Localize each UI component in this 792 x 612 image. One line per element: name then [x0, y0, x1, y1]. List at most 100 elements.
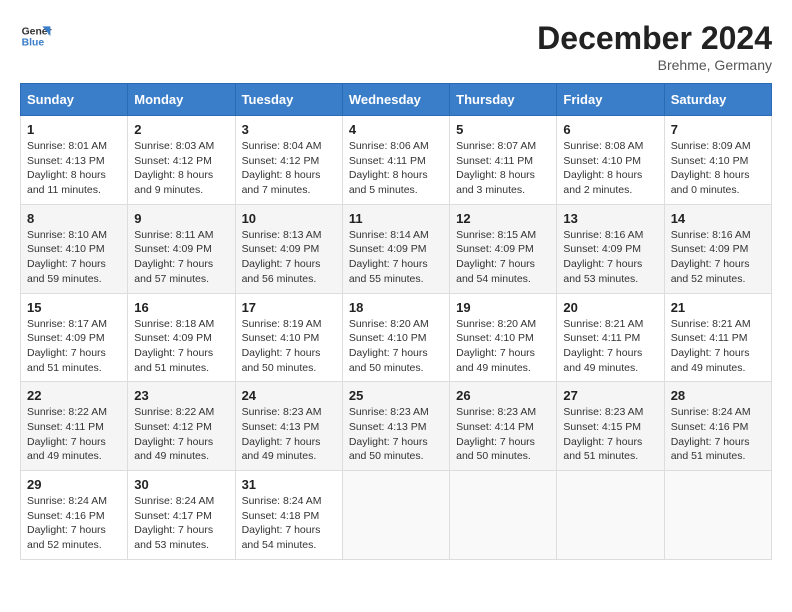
column-header-saturday: Saturday: [664, 84, 771, 116]
day-info: Sunrise: 8:14 AMSunset: 4:09 PMDaylight:…: [349, 228, 443, 287]
day-number: 15: [27, 300, 121, 315]
day-info: Sunrise: 8:24 AMSunset: 4:18 PMDaylight:…: [242, 494, 336, 553]
day-cell: 9Sunrise: 8:11 AMSunset: 4:09 PMDaylight…: [128, 204, 235, 293]
day-info: Sunrise: 8:16 AMSunset: 4:09 PMDaylight:…: [671, 228, 765, 287]
day-info: Sunrise: 8:16 AMSunset: 4:09 PMDaylight:…: [563, 228, 657, 287]
day-cell: [664, 471, 771, 560]
day-cell: [450, 471, 557, 560]
day-cell: 7 Sunrise: 8:09 AMSunset: 4:10 PMDaylight…: [664, 116, 771, 205]
day-info: Sunrise: 8:24 AMSunset: 4:17 PMDaylight:…: [134, 494, 228, 553]
column-header-friday: Friday: [557, 84, 664, 116]
day-cell: 8 Sunrise: 8:10 AMSunset: 4:10 PMDaylight…: [21, 204, 128, 293]
day-cell: [342, 471, 449, 560]
day-number: 30: [134, 477, 228, 492]
day-number: 13: [563, 211, 657, 226]
day-cell: 13 Sunrise: 8:16 AMSunset: 4:09 PMDayligh…: [557, 204, 664, 293]
day-number: 5: [456, 122, 550, 137]
column-header-sunday: Sunday: [21, 84, 128, 116]
day-info: Sunrise: 8:21 AMSunset: 4:11 PMDaylight:…: [563, 317, 657, 376]
day-cell: 26 Sunrise: 8:23 AMSunset: 4:14 PMDayligh…: [450, 382, 557, 471]
column-header-tuesday: Tuesday: [235, 84, 342, 116]
day-info: Sunrise: 8:09 AMSunset: 4:10 PMDaylight:…: [671, 139, 765, 198]
day-number: 21: [671, 300, 765, 315]
calendar-body: 1Sunrise: 8:01 AMSunset: 4:13 PMDaylight…: [21, 116, 772, 560]
day-cell: 14Sunrise: 8:16 AMSunset: 4:09 PMDayligh…: [664, 204, 771, 293]
day-cell: 23 Sunrise: 8:22 AMSunset: 4:12 PMDayligh…: [128, 382, 235, 471]
logo-icon: General Blue: [20, 20, 52, 52]
column-headers: SundayMondayTuesdayWednesdayThursdayFrid…: [21, 84, 772, 116]
day-number: 16: [134, 300, 228, 315]
day-number: 10: [242, 211, 336, 226]
day-number: 31: [242, 477, 336, 492]
day-info: Sunrise: 8:19 AMSunset: 4:10 PMDaylight:…: [242, 317, 336, 376]
day-number: 27: [563, 388, 657, 403]
day-number: 20: [563, 300, 657, 315]
week-row-5: 29 Sunrise: 8:24 AMSunset: 4:16 PMDayligh…: [21, 471, 772, 560]
day-cell: 25 Sunrise: 8:23 AMSunset: 4:13 PMDayligh…: [342, 382, 449, 471]
day-number: 26: [456, 388, 550, 403]
day-info: Sunrise: 8:03 AMSunset: 4:12 PMDaylight:…: [134, 139, 228, 198]
calendar-table: SundayMondayTuesdayWednesdayThursdayFrid…: [20, 83, 772, 560]
day-info: Sunrise: 8:20 AMSunset: 4:10 PMDaylight:…: [456, 317, 550, 376]
day-cell: 15 Sunrise: 8:17 AMSunset: 4:09 PMDayligh…: [21, 293, 128, 382]
day-cell: 12Sunrise: 8:15 AMSunset: 4:09 PMDayligh…: [450, 204, 557, 293]
week-row-2: 8 Sunrise: 8:10 AMSunset: 4:10 PMDaylight…: [21, 204, 772, 293]
day-number: 8: [27, 211, 121, 226]
day-info: Sunrise: 8:24 AMSunset: 4:16 PMDaylight:…: [671, 405, 765, 464]
day-info: Sunrise: 8:21 AMSunset: 4:11 PMDaylight:…: [671, 317, 765, 376]
day-cell: 2 Sunrise: 8:03 AMSunset: 4:12 PMDaylight…: [128, 116, 235, 205]
day-info: Sunrise: 8:10 AMSunset: 4:10 PMDaylight:…: [27, 228, 121, 287]
day-info: Sunrise: 8:06 AMSunset: 4:11 PMDaylight:…: [349, 139, 443, 198]
day-cell: 18Sunrise: 8:20 AMSunset: 4:10 PMDayligh…: [342, 293, 449, 382]
day-number: 4: [349, 122, 443, 137]
day-info: Sunrise: 8:01 AMSunset: 4:13 PMDaylight:…: [27, 139, 121, 198]
day-cell: 16 Sunrise: 8:18 AMSunset: 4:09 PMDayligh…: [128, 293, 235, 382]
day-number: 3: [242, 122, 336, 137]
main-title: December 2024: [537, 20, 772, 57]
title-block: December 2024 Brehme, Germany: [537, 20, 772, 73]
day-cell: 30 Sunrise: 8:24 AMSunset: 4:17 PMDayligh…: [128, 471, 235, 560]
day-cell: 29 Sunrise: 8:24 AMSunset: 4:16 PMDayligh…: [21, 471, 128, 560]
day-number: 7: [671, 122, 765, 137]
week-row-3: 15 Sunrise: 8:17 AMSunset: 4:09 PMDayligh…: [21, 293, 772, 382]
day-cell: 3Sunrise: 8:04 AMSunset: 4:12 PMDaylight…: [235, 116, 342, 205]
week-row-4: 22Sunrise: 8:22 AMSunset: 4:11 PMDayligh…: [21, 382, 772, 471]
day-info: Sunrise: 8:08 AMSunset: 4:10 PMDaylight:…: [563, 139, 657, 198]
day-number: 29: [27, 477, 121, 492]
day-cell: 31 Sunrise: 8:24 AMSunset: 4:18 PMDayligh…: [235, 471, 342, 560]
day-cell: 4 Sunrise: 8:06 AMSunset: 4:11 PMDaylight…: [342, 116, 449, 205]
day-info: Sunrise: 8:07 AMSunset: 4:11 PMDaylight:…: [456, 139, 550, 198]
day-cell: 21 Sunrise: 8:21 AMSunset: 4:11 PMDayligh…: [664, 293, 771, 382]
day-cell: 24Sunrise: 8:23 AMSunset: 4:13 PMDayligh…: [235, 382, 342, 471]
day-info: Sunrise: 8:23 AMSunset: 4:14 PMDaylight:…: [456, 405, 550, 464]
day-info: Sunrise: 8:24 AMSunset: 4:16 PMDaylight:…: [27, 494, 121, 553]
day-cell: 10 Sunrise: 8:13 AMSunset: 4:09 PMDayligh…: [235, 204, 342, 293]
day-info: Sunrise: 8:11 AMSunset: 4:09 PMDaylight:…: [134, 228, 228, 287]
column-header-monday: Monday: [128, 84, 235, 116]
column-header-thursday: Thursday: [450, 84, 557, 116]
day-cell: 28 Sunrise: 8:24 AMSunset: 4:16 PMDayligh…: [664, 382, 771, 471]
day-number: 28: [671, 388, 765, 403]
day-info: Sunrise: 8:22 AMSunset: 4:12 PMDaylight:…: [134, 405, 228, 464]
day-info: Sunrise: 8:13 AMSunset: 4:09 PMDaylight:…: [242, 228, 336, 287]
day-number: 2: [134, 122, 228, 137]
day-cell: 20 Sunrise: 8:21 AMSunset: 4:11 PMDayligh…: [557, 293, 664, 382]
day-number: 23: [134, 388, 228, 403]
day-number: 25: [349, 388, 443, 403]
day-info: Sunrise: 8:22 AMSunset: 4:11 PMDaylight:…: [27, 405, 121, 464]
day-number: 18: [349, 300, 443, 315]
logo: General Blue: [20, 20, 52, 52]
day-info: Sunrise: 8:18 AMSunset: 4:09 PMDaylight:…: [134, 317, 228, 376]
day-number: 17: [242, 300, 336, 315]
day-info: Sunrise: 8:17 AMSunset: 4:09 PMDaylight:…: [27, 317, 121, 376]
day-info: Sunrise: 8:23 AMSunset: 4:13 PMDaylight:…: [349, 405, 443, 464]
day-info: Sunrise: 8:15 AMSunset: 4:09 PMDaylight:…: [456, 228, 550, 287]
day-number: 6: [563, 122, 657, 137]
day-cell: 6 Sunrise: 8:08 AMSunset: 4:10 PMDaylight…: [557, 116, 664, 205]
day-cell: 22Sunrise: 8:22 AMSunset: 4:11 PMDayligh…: [21, 382, 128, 471]
day-cell: 27Sunrise: 8:23 AMSunset: 4:15 PMDayligh…: [557, 382, 664, 471]
day-cell: [557, 471, 664, 560]
day-cell: 11Sunrise: 8:14 AMSunset: 4:09 PMDayligh…: [342, 204, 449, 293]
day-info: Sunrise: 8:23 AMSunset: 4:13 PMDaylight:…: [242, 405, 336, 464]
column-header-wednesday: Wednesday: [342, 84, 449, 116]
